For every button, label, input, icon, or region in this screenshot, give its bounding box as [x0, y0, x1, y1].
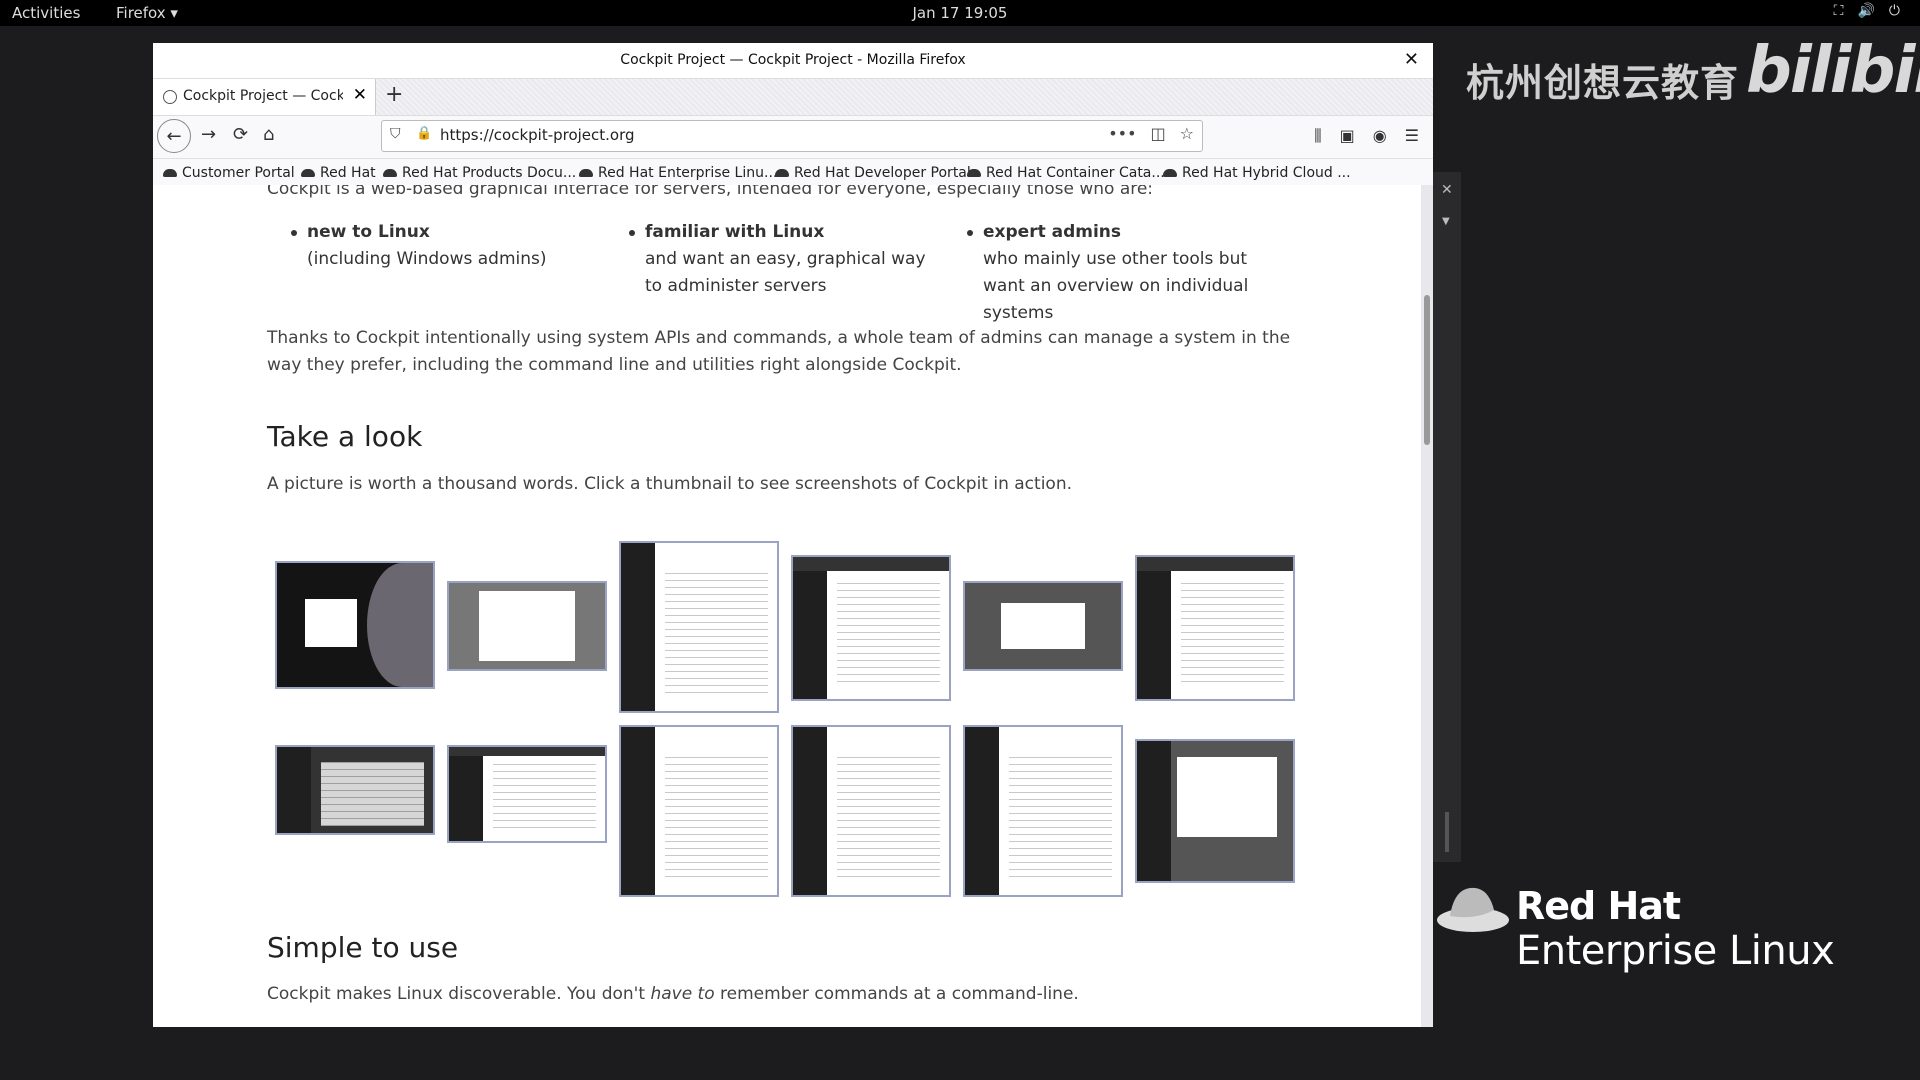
lock-icon[interactable]: 🔒 — [416, 126, 432, 141]
forward-button[interactable]: → — [201, 124, 216, 145]
bookmark-star-icon[interactable]: ☆ — [1180, 124, 1194, 143]
screenshot-thumbnail[interactable] — [963, 725, 1123, 897]
bookmark-item[interactable]: Red Hat Container Cata... — [967, 165, 1165, 181]
screenshot-thumbnail[interactable] — [1135, 555, 1295, 701]
audience-desc: (including Windows admins) — [307, 249, 547, 269]
redhat-bookmark-icon — [1163, 169, 1177, 177]
pocket-icon[interactable]: ◫ — [1151, 124, 1166, 143]
screenshot-thumbnail[interactable] — [447, 581, 607, 671]
scrollbar-thumb[interactable] — [1424, 295, 1430, 445]
screenshot-thumbnail[interactable] — [275, 745, 435, 835]
side-panel-strip: ✕ ▼ — [1433, 172, 1461, 862]
redhat-logo-icon — [1437, 887, 1509, 932]
redhat-brand-line2: Enterprise Linux — [1516, 928, 1835, 974]
app-menu-firefox[interactable]: Firefox ▾ — [116, 4, 178, 22]
screenshot-thumbnail[interactable] — [1135, 739, 1295, 883]
watermark-chinese: 杭州创想云教育 — [1466, 61, 1740, 105]
bullet — [629, 230, 635, 236]
bullet — [291, 230, 297, 236]
tab-bar: Cockpit Project — Cockpit Project ✕ + — [153, 79, 1433, 116]
tab-label: Cockpit Project — Cockpit Project — [183, 88, 343, 104]
window-title: Cockpit Project — Cockpit Project - Mozi… — [620, 52, 966, 68]
url-bar[interactable]: ⛉ 🔒 https://cockpit-project.org ••• ◫ ☆ — [381, 120, 1203, 152]
audience-item: new to Linux (including Windows admins) — [291, 219, 607, 273]
bookmarks-toolbar: Customer Portal Red Hat Red Hat Products… — [153, 159, 1433, 187]
audience-title: expert admins — [983, 222, 1122, 242]
bookmark-item[interactable]: Red Hat Developer Portal — [775, 165, 971, 181]
network-icon[interactable]: ⛶ — [1834, 3, 1844, 19]
audience-item: expert admins who mainly use other tools… — [967, 219, 1293, 327]
screenshot-thumbnail[interactable] — [619, 725, 779, 897]
screenshot-thumbnail[interactable] — [963, 581, 1123, 671]
page-content: Cockpit is a web-based graphical interfa… — [153, 185, 1421, 1027]
thumbnail-dialog — [479, 591, 575, 661]
bookmark-item[interactable]: Red Hat Enterprise Linu... — [579, 165, 777, 181]
audience-title: new to Linux — [307, 222, 430, 242]
bookmark-item[interactable]: Red Hat Hybrid Cloud ... — [1163, 165, 1351, 181]
power-icon[interactable]: ⏻ — [1889, 3, 1900, 19]
thumbnail-dialog — [1001, 603, 1085, 649]
audience-desc: and want an easy, graphical way to admin… — [645, 249, 926, 296]
chevron-down-icon[interactable]: ▼ — [1442, 216, 1450, 227]
screenshot-thumbnail[interactable] — [791, 555, 951, 701]
redhat-bookmark-icon — [579, 169, 593, 177]
simple-to-use-text: Cockpit makes Linux discoverable. You do… — [267, 984, 1079, 1004]
reload-button[interactable]: ⟳ — [233, 124, 248, 145]
intro-text: Cockpit is a web-based graphical interfa… — [267, 185, 1154, 199]
new-tab-button[interactable]: + — [385, 82, 403, 107]
activities-button[interactable]: Activities — [12, 4, 80, 22]
library-icon[interactable]: ⫼ — [1314, 126, 1321, 146]
audience-title: familiar with Linux — [645, 222, 825, 242]
thumbnail-dialog — [1177, 757, 1277, 837]
gnome-top-bar: Activities Firefox ▾ Jan 17 19:05 ⛶ 🔊 ⏻ — [0, 0, 1920, 26]
bookmark-item[interactable]: Red Hat — [301, 165, 376, 181]
redhat-bookmark-icon — [967, 169, 981, 177]
url-text[interactable]: https://cockpit-project.org — [440, 126, 635, 144]
window-titlebar: Cockpit Project — Cockpit Project - Mozi… — [153, 43, 1433, 79]
sidebar-icon[interactable]: ▣ — [1340, 126, 1355, 146]
redhat-brand-line1: Red Hat — [1516, 884, 1681, 928]
thumbnail-dialog — [305, 599, 357, 647]
take-a-look-text: A picture is worth a thousand words. Cli… — [267, 474, 1072, 494]
back-button[interactable]: ← — [157, 119, 191, 153]
navigation-toolbar: ← → ⟳ ⌂ ⛉ 🔒 https://cockpit-project.org … — [153, 116, 1433, 159]
menu-icon[interactable]: ☰ — [1405, 126, 1419, 146]
side-scroll-handle[interactable] — [1445, 812, 1449, 852]
screenshot-thumbnail[interactable] — [275, 561, 435, 689]
cockpit-favicon-icon — [163, 90, 177, 104]
redhat-bookmark-icon — [775, 169, 789, 177]
bilibili-logo: bilibili — [1746, 34, 1920, 108]
redhat-bookmark-icon — [301, 169, 315, 177]
bullet — [967, 230, 973, 236]
simple-to-use-heading: Simple to use — [267, 931, 459, 964]
redhat-bookmark-icon — [383, 169, 397, 177]
home-button[interactable]: ⌂ — [263, 124, 274, 145]
bookmark-item[interactable]: Customer Portal — [163, 165, 295, 181]
thanks-paragraph: Thanks to Cockpit intentionally using sy… — [267, 328, 1291, 375]
audience-item: familiar with Linux and want an easy, gr… — [629, 219, 935, 300]
screenshot-thumbnail[interactable] — [447, 745, 607, 843]
account-icon[interactable]: ◉ — [1373, 126, 1387, 146]
page-scrollbar[interactable] — [1421, 185, 1433, 1027]
firefox-window: Cockpit Project — Cockpit Project - Mozi… — [153, 43, 1433, 1027]
window-close-button[interactable]: ✕ — [1404, 49, 1419, 70]
bookmark-item[interactable]: Red Hat Products Docu... — [383, 165, 576, 181]
shield-icon[interactable]: ⛉ — [390, 126, 401, 142]
close-icon[interactable]: ✕ — [1441, 182, 1453, 198]
redhat-bookmark-icon — [163, 169, 177, 177]
page-actions-button[interactable]: ••• — [1108, 124, 1136, 143]
system-tray[interactable]: ⛶ 🔊 ⏻ — [1834, 3, 1900, 19]
screenshot-thumbnail[interactable] — [619, 541, 779, 713]
audience-desc: who mainly use other tools but want an o… — [983, 249, 1249, 323]
clock[interactable]: Jan 17 19:05 — [0, 4, 1920, 22]
take-a-look-heading: Take a look — [267, 420, 423, 453]
tab-close-button[interactable]: ✕ — [353, 85, 367, 105]
thumbnail-shape — [367, 563, 433, 687]
tab-cockpit[interactable]: Cockpit Project — Cockpit Project ✕ — [153, 79, 376, 115]
volume-icon[interactable]: 🔊 — [1857, 3, 1874, 19]
screenshot-thumbnail[interactable] — [791, 725, 951, 897]
